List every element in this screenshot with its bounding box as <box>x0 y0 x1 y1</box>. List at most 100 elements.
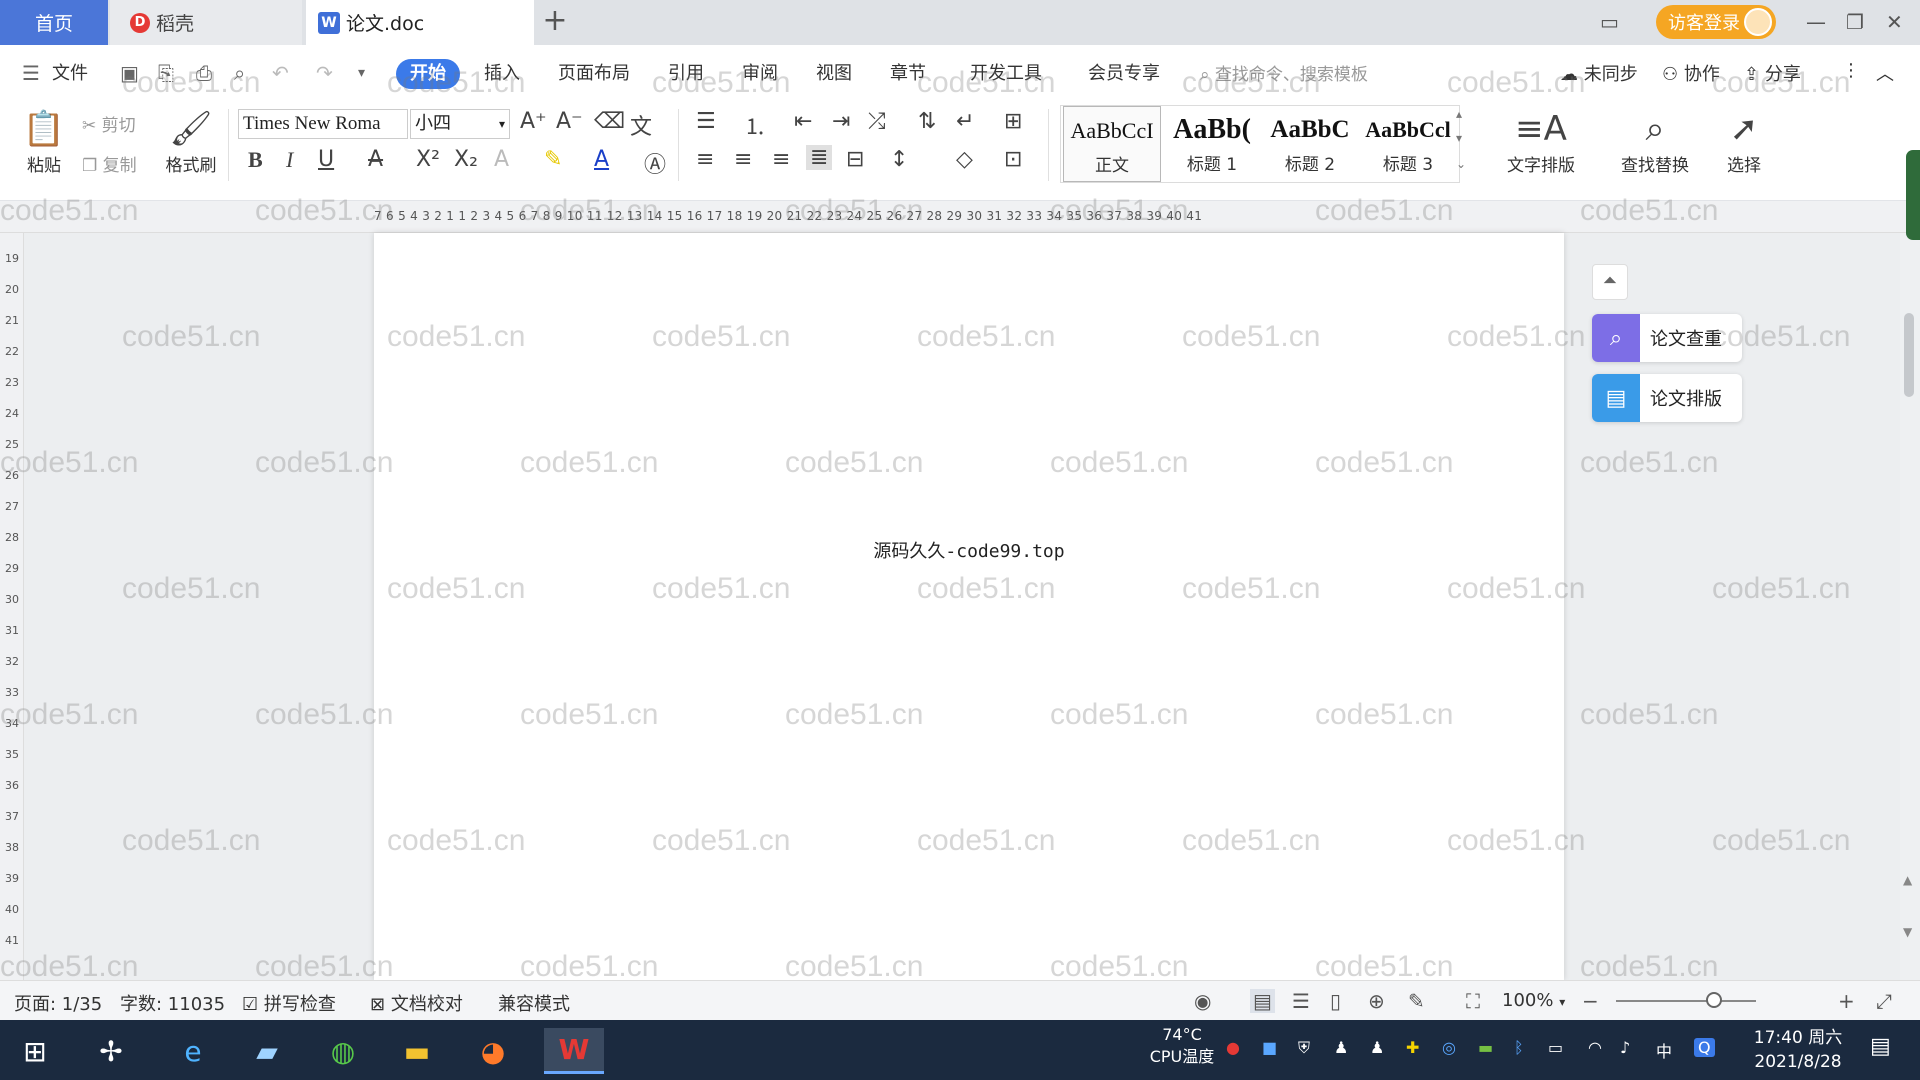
char-border-icon[interactable]: Ⓐ <box>644 147 666 179</box>
paste-button[interactable]: 📋 粘贴 <box>14 107 74 176</box>
line-spacing-icon[interactable]: ↕ <box>890 147 908 172</box>
menu-chapter[interactable]: 章节 <box>890 59 926 85</box>
font-name-select[interactable]: Times New Roma <box>238 109 408 139</box>
close-icon[interactable]: ✕ <box>1886 10 1903 34</box>
guest-login-button[interactable]: 访客登录 <box>1656 5 1776 39</box>
borders-icon[interactable]: ⊡ <box>1004 147 1022 172</box>
clock[interactable]: 17:40 周六 2021/8/28 <box>1748 1026 1848 1074</box>
show-hide-icon[interactable]: ↵ <box>956 109 974 134</box>
fullscreen-icon[interactable]: ⤢ <box>1876 989 1892 1013</box>
horizontal-ruler[interactable]: 7 6 5 4 3 2 1 1 2 3 4 5 6 7 8 9 10 11 12… <box>0 201 1920 233</box>
start-icon[interactable]: ⊞ <box>12 1028 58 1074</box>
restore-icon[interactable]: ❐ <box>1846 10 1864 34</box>
print-icon[interactable]: ⎙ <box>196 61 212 85</box>
copy-button[interactable]: ❐ 复制 <box>82 151 137 176</box>
outline-view-icon[interactable]: ☰ <box>1292 989 1310 1013</box>
minimize-icon[interactable]: — <box>1806 10 1826 34</box>
output-icon[interactable]: ⎘ <box>158 61 174 85</box>
notification-icon[interactable]: ▤ <box>1870 1034 1891 1059</box>
shield-icon[interactable]: ⛨ <box>1298 1038 1310 1058</box>
font-color-icon[interactable]: A <box>594 147 609 172</box>
scroll-thumb[interactable] <box>1904 313 1914 397</box>
tray-app-icon[interactable]: ● <box>1226 1038 1240 1057</box>
battery-icon[interactable]: ▭ <box>1548 1038 1563 1057</box>
select-button[interactable]: ➚ 选择 <box>1712 107 1776 176</box>
wifi-icon[interactable]: ◠ <box>1588 1038 1602 1057</box>
strikethrough-icon[interactable]: A <box>368 147 383 172</box>
menu-home[interactable]: 开始 <box>396 59 460 89</box>
align-center-icon[interactable]: ≡ <box>734 147 752 172</box>
qq-icon[interactable]: ♟ <box>1370 1038 1384 1057</box>
save-icon[interactable]: ▣ <box>120 61 139 85</box>
collapse-ribbon-icon[interactable]: ︿ <box>1876 60 1894 86</box>
sort-icon[interactable]: ⇅ <box>918 109 936 134</box>
tab-document[interactable]: W 论文.doc <box>306 0 534 45</box>
zoom-slider-knob[interactable] <box>1706 992 1722 1008</box>
gpu-icon[interactable]: ▬ <box>1478 1038 1493 1057</box>
tray-app-icon[interactable]: ✚ <box>1406 1038 1419 1057</box>
hamburger-icon[interactable]: ☰ <box>22 61 40 85</box>
justify-icon[interactable]: ≣ <box>806 145 833 170</box>
superscript-icon[interactable]: X² <box>416 147 440 172</box>
menu-page-layout[interactable]: 页面布局 <box>558 59 630 85</box>
phonetic-icon[interactable]: 文 <box>630 109 652 141</box>
search-app-icon[interactable]: Q <box>1694 1038 1715 1057</box>
ime-indicator[interactable]: 中 <box>1656 1038 1672 1062</box>
tab-docer[interactable]: D 稻壳 <box>110 0 302 45</box>
pen-icon[interactable]: ✎ <box>1408 989 1425 1013</box>
reading-view-icon[interactable]: ▯ <box>1330 989 1341 1013</box>
menu-file[interactable]: 文件 <box>52 59 88 85</box>
subscript-icon[interactable]: X₂ <box>454 147 478 172</box>
reading-mode-icon[interactable]: ▭ <box>1600 10 1619 34</box>
cut-button[interactable]: ✂ 剪切 <box>82 111 136 136</box>
style-heading-1[interactable]: AaBb( 标题 1 <box>1163 106 1261 182</box>
paper-check-button[interactable]: ⌕ 论文查重 <box>1592 314 1742 362</box>
menu-insert[interactable]: 插入 <box>484 59 520 85</box>
print-preview-icon[interactable]: ⌕ <box>234 61 245 85</box>
document-page[interactable]: 源码久久-code99.top <box>374 233 1564 980</box>
undo-icon[interactable]: ↶ <box>272 61 289 85</box>
prev-page-icon[interactable]: ▲ <box>1903 873 1912 887</box>
find-replace-button[interactable]: ⌕ 查找替换 <box>1608 107 1702 176</box>
menu-developer[interactable]: 开发工具 <box>970 59 1042 85</box>
chinese-layout-icon[interactable]: ⤮ <box>868 109 886 134</box>
format-painter-button[interactable]: 🖌 格式刷 <box>160 107 222 176</box>
next-page-icon[interactable]: ▼ <box>1903 925 1912 939</box>
table-lines-icon[interactable]: ⊞ <box>1004 109 1022 134</box>
italic-icon[interactable]: I <box>286 147 293 173</box>
assistant-strip[interactable] <box>1906 150 1920 240</box>
menu-member[interactable]: 会员专享 <box>1088 59 1160 85</box>
volume-icon[interactable]: ♪ <box>1620 1038 1630 1057</box>
styles-scroll-down-icon[interactable]: ▾ <box>1456 131 1462 145</box>
text-effect-icon[interactable]: A <box>494 147 509 172</box>
new-tab-button[interactable]: + <box>540 6 570 36</box>
more-icon[interactable]: ⋮ <box>1842 60 1860 81</box>
word-count[interactable]: 字数: 11035 <box>120 990 225 1016</box>
zoom-out-icon[interactable]: − <box>1582 989 1599 1013</box>
customize-toolbar-icon[interactable]: ▾ <box>358 65 365 81</box>
menu-view[interactable]: 视图 <box>816 59 852 85</box>
vertical-ruler[interactable]: 19 20 21 22 23 24 25 26 27 28 29 30 31 3… <box>0 233 24 980</box>
spell-check-button[interactable]: ☑ 拼写检查 <box>242 990 336 1016</box>
redo-icon[interactable]: ↷ <box>316 61 333 85</box>
browser-icon[interactable]: ◍ <box>320 1028 366 1074</box>
align-right-icon[interactable]: ≡ <box>772 147 790 172</box>
share-button[interactable]: ⇪ 分享 <box>1744 60 1801 86</box>
paper-layout-button[interactable]: ▤ 论文排版 <box>1592 374 1742 422</box>
wps-taskbar-icon[interactable]: W <box>544 1028 604 1074</box>
shading-icon[interactable]: ◇ <box>956 147 973 172</box>
page-view-icon[interactable]: ▤ <box>1250 989 1275 1013</box>
zoom-slider[interactable] <box>1616 1000 1756 1002</box>
text-layout-button[interactable]: ≡A 文字排版 <box>1494 107 1588 176</box>
grow-font-icon[interactable]: A⁺ <box>520 109 547 134</box>
game-icon[interactable]: ◕ <box>470 1028 516 1074</box>
vertical-scrollbar[interactable]: ▲ ▼ <box>1900 233 1920 980</box>
align-left-icon[interactable]: ≡ <box>696 147 714 172</box>
styles-more-icon[interactable]: ⌄ <box>1456 157 1466 171</box>
distribute-icon[interactable]: ⊟ <box>846 147 864 172</box>
highlight-icon[interactable]: ✎ <box>544 147 562 172</box>
page-count[interactable]: 页面: 1/35 <box>14 990 102 1016</box>
command-search[interactable]: ⌕ 查找命令、搜索模板 <box>1200 60 1368 85</box>
bullet-list-icon[interactable]: ☰ <box>696 109 716 134</box>
app-pinwheel-icon[interactable]: ✢ <box>88 1028 134 1074</box>
